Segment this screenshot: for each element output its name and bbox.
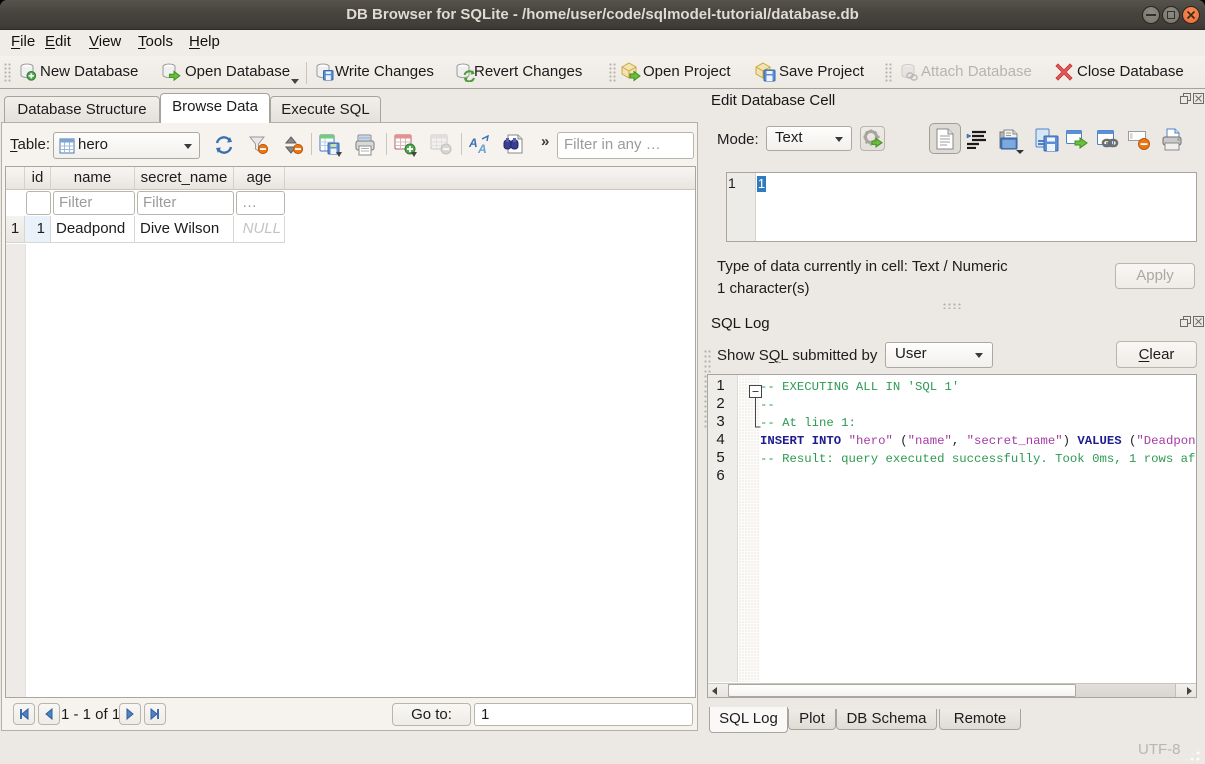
- svg-text:A: A: [469, 136, 478, 150]
- svg-text:A: A: [477, 142, 487, 155]
